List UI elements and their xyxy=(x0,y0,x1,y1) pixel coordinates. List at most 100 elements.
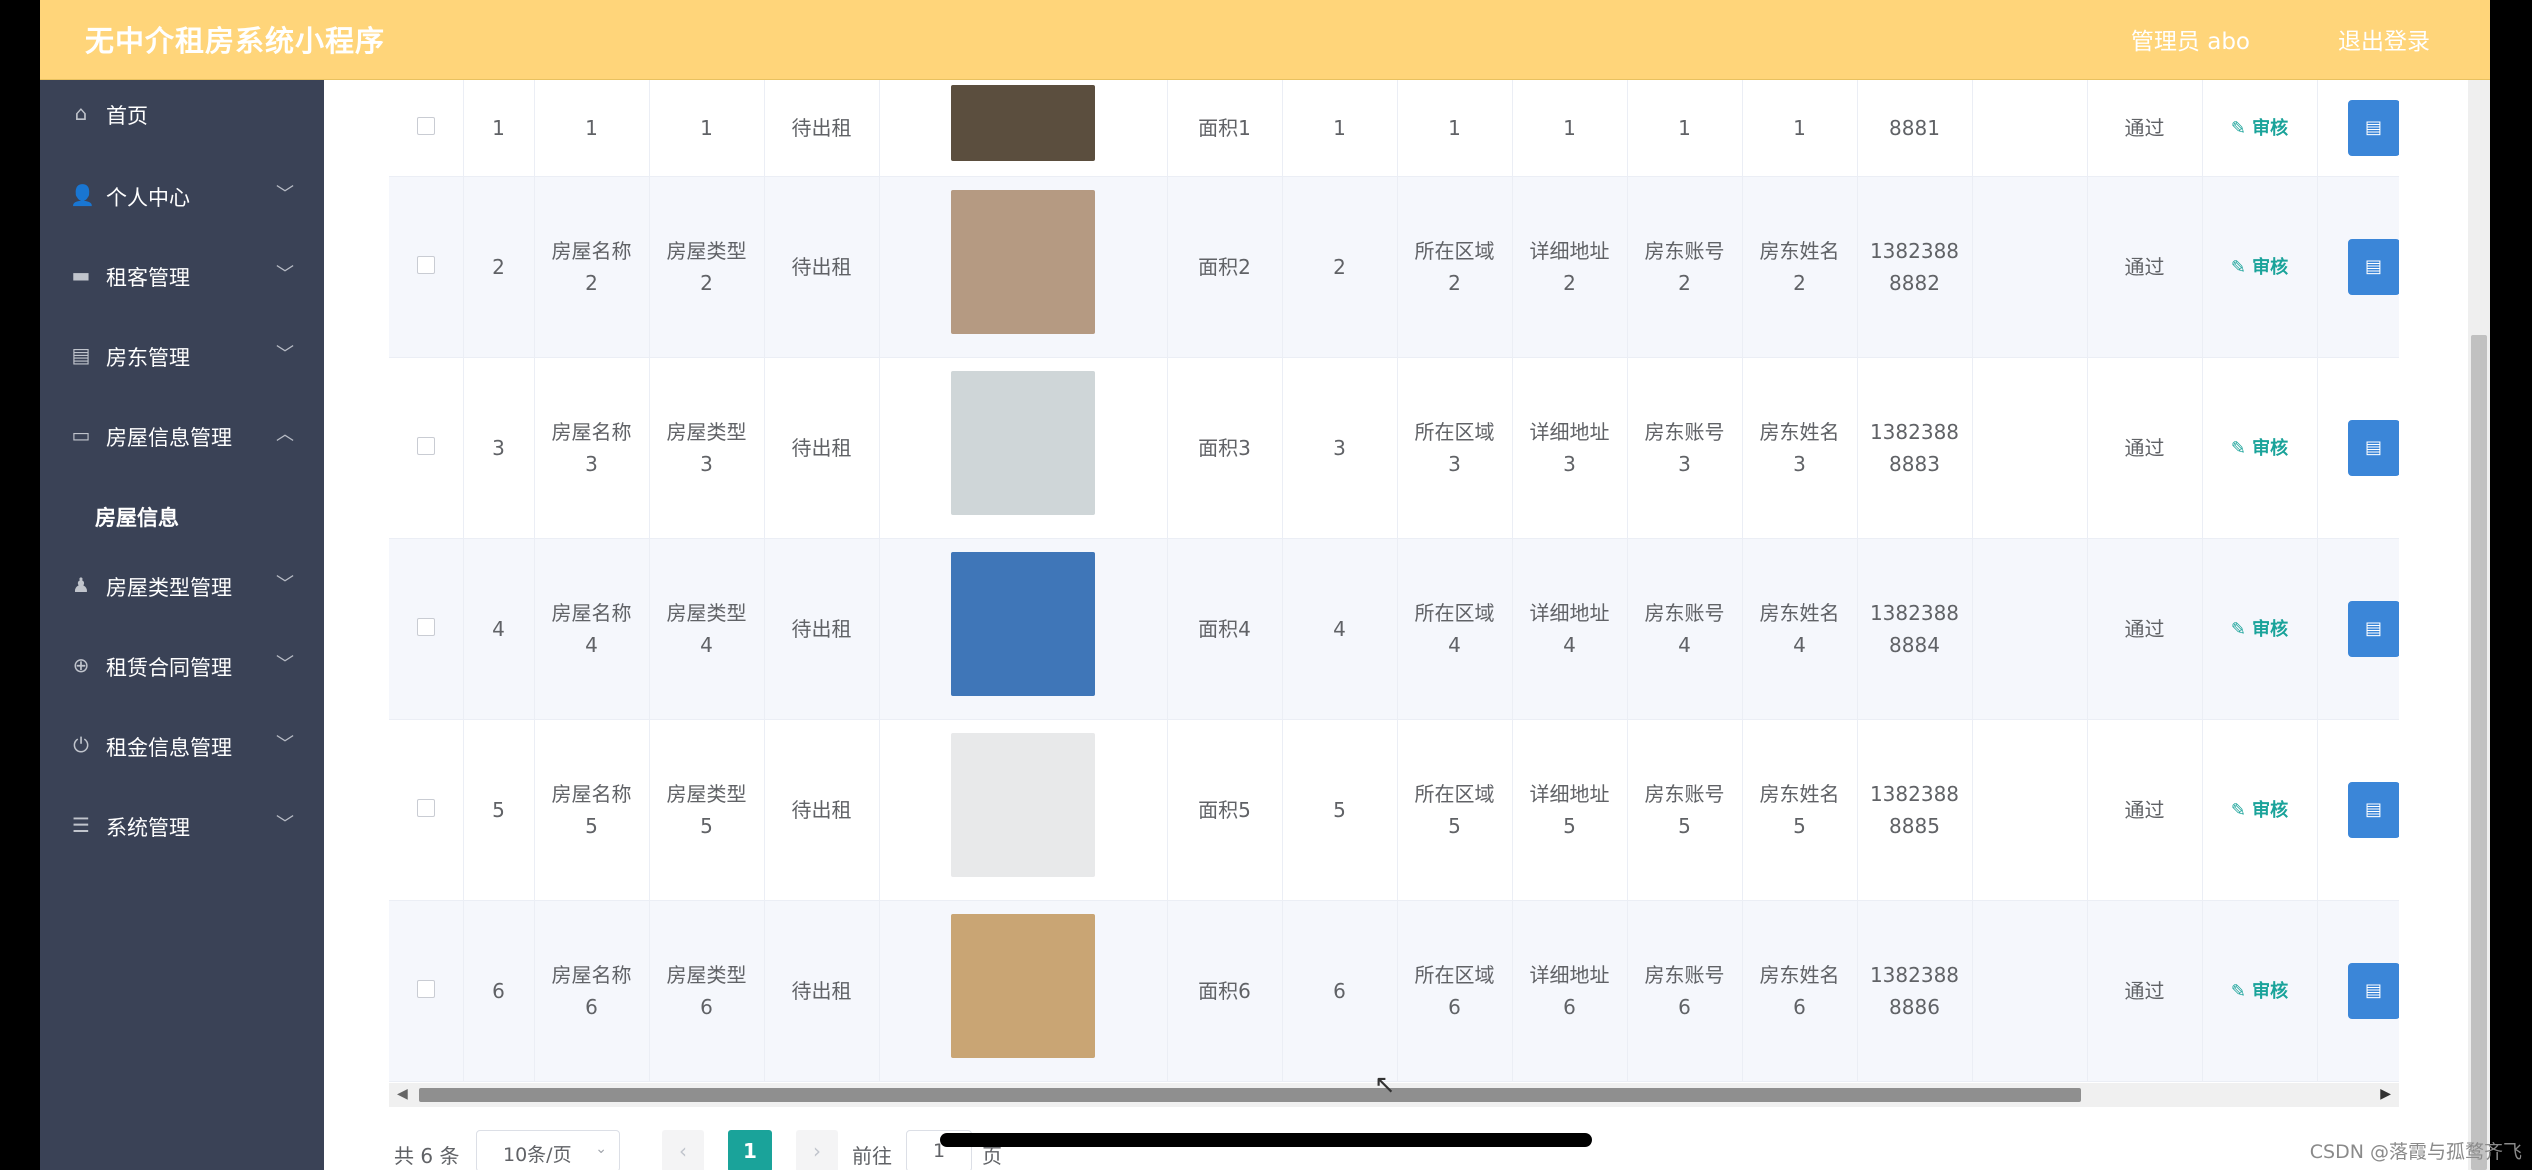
cell-area: 面积6 xyxy=(1167,900,1283,1082)
cell-index: 2 xyxy=(463,176,535,358)
sidebar-item-label: 租客管理 xyxy=(106,266,190,290)
cell-house-image xyxy=(879,80,1168,177)
cell-actions: ▤ xyxy=(2317,80,2399,177)
vertical-scrollbar-thumb[interactable] xyxy=(2471,335,2487,1170)
cell-house-name: 1 xyxy=(534,80,650,177)
audit-link[interactable]: ✎ 审核 xyxy=(2231,800,2288,821)
cell-rent-status: 待出租 xyxy=(764,80,880,177)
detail-button[interactable]: ▤ xyxy=(2347,600,2399,657)
row-checkbox[interactable] xyxy=(416,798,435,817)
main-content: 1 1 1 待出租 面积1 1 1 1 1 1 8881 通过 ✎ 审核 ▤ 2 房屋名称 2 房屋类型 2 待出… xyxy=(324,80,2490,1170)
chevron-down-icon: ﹀ xyxy=(276,574,294,595)
cell-landlord-name: 房东姓名 2 xyxy=(1742,176,1858,358)
table-row: 4 房屋名称 4 房屋类型 4 待出租 面积4 4 所在区域 4 详细地址 4 房东账号 4 房东… xyxy=(389,538,2399,720)
cell-region: 1 xyxy=(1397,80,1513,177)
detail-button[interactable]: ▤ xyxy=(2347,419,2399,476)
cell-audit: ✎ 审核 xyxy=(2202,538,2318,720)
page-size-value: 10条/页 xyxy=(503,1144,572,1166)
app-window: 无中介租房系统小程序 管理员 abo 退出登录 ⌂ 首页 👤 个人中心 ﹀ ▬ 租客管理 ﹀ ▤… xyxy=(40,0,2490,1170)
row-checkbox-cell xyxy=(389,176,464,358)
logout-link[interactable]: 退出登录 xyxy=(2338,22,2430,56)
audit-link[interactable]: ✎ 审核 xyxy=(2231,981,2288,1002)
sidebar-item-3[interactable]: ▬ 租客管理 ﹀ xyxy=(40,244,324,304)
cell-review-status: 通过 xyxy=(2087,538,2203,720)
cell-house-image xyxy=(879,176,1168,358)
sidebar-item-9[interactable]: ☰ 系统管理 ﹀ xyxy=(40,794,324,854)
monitor-icon: ▬ xyxy=(71,263,91,287)
cell-index: 5 xyxy=(463,719,535,901)
cell-phone: 8881 xyxy=(1857,80,1973,177)
cell-address: 详细地址 2 xyxy=(1512,176,1628,358)
cell-count: 3 xyxy=(1282,357,1398,539)
cell-house-name: 房屋名称 3 xyxy=(534,357,650,539)
page-size-select[interactable]: 10条/页 ⌄ xyxy=(476,1130,620,1170)
submenu-item-house-info[interactable]: 房屋信息 xyxy=(40,484,324,544)
scroll-left-icon[interactable]: ◀ xyxy=(397,1086,408,1102)
cell-house-name: 房屋名称 4 xyxy=(534,538,650,720)
cell-house-image xyxy=(879,538,1168,720)
sidebar-item-4[interactable]: ▤ 房东管理 ﹀ xyxy=(40,324,324,384)
cell-address: 1 xyxy=(1512,80,1628,177)
chevron-up-icon: ︿ xyxy=(276,424,294,445)
sidebar-item-8[interactable]: ⏻ 租金信息管理 ﹀ xyxy=(40,714,324,774)
sidebar-item-7[interactable]: ⊕ 租赁合同管理 ﹀ xyxy=(40,634,324,694)
sidebar-item-6[interactable]: ♟ 房屋类型管理 ﹀ xyxy=(40,554,324,614)
detail-button[interactable]: ▤ xyxy=(2347,781,2399,838)
audit-link[interactable]: ✎ 审核 xyxy=(2231,257,2288,278)
scrollbar-thumb[interactable] xyxy=(419,1088,2081,1102)
cell-phone: 1382388 8885 xyxy=(1857,719,1973,901)
prev-page-button[interactable]: ‹ xyxy=(662,1130,704,1170)
audit-link[interactable]: ✎ 审核 xyxy=(2231,438,2288,459)
sidebar-item-2[interactable]: 👤 个人中心 ﹀ xyxy=(40,164,324,224)
house-photo xyxy=(951,85,1095,162)
app-title: 无中介租房系统小程序 xyxy=(85,24,386,58)
row-checkbox[interactable] xyxy=(416,617,435,636)
table-row: 5 房屋名称 5 房屋类型 5 待出租 面积5 5 所在区域 5 详细地址 5 房东账号 5 房东… xyxy=(389,719,2399,901)
watermark: CSDN @落霞与孤鹜齐飞 xyxy=(2309,1141,2522,1163)
cell-landlord-name: 房东姓名 6 xyxy=(1742,900,1858,1082)
cell-count: 1 xyxy=(1282,80,1398,177)
sidebar: ⌂ 首页 👤 个人中心 ﹀ ▬ 租客管理 ﹀ ▤ 房东管理 ﹀ ▭ 房屋信息管理 ︿ ♟ 房屋类型管理 ﹀ ⊕ 租赁… xyxy=(40,80,324,1170)
sidebar-item-1[interactable]: ⌂ 首页 xyxy=(40,82,324,142)
cell-audit: ✎ 审核 xyxy=(2202,900,2318,1082)
cell-landlord-name: 1 xyxy=(1742,80,1858,177)
audit-link[interactable]: ✎ 审核 xyxy=(2231,118,2288,139)
sidebar-item-5[interactable]: ▭ 房屋信息管理 ︿ xyxy=(40,404,324,464)
cell-landlord-name: 房东姓名 3 xyxy=(1742,357,1858,539)
cell-count: 4 xyxy=(1282,538,1398,720)
detail-button[interactable]: ▤ xyxy=(2347,99,2399,156)
row-checkbox[interactable] xyxy=(416,255,435,274)
detail-button[interactable]: ▤ xyxy=(2347,962,2399,1019)
cell-index: 4 xyxy=(463,538,535,720)
cell-landlord-account: 房东账号 3 xyxy=(1627,357,1743,539)
chevron-down-icon: ﹀ xyxy=(276,654,294,675)
vertical-scrollbar[interactable] xyxy=(2468,80,2490,1170)
cell-region: 所在区域 6 xyxy=(1397,900,1513,1082)
cell-region: 所在区域 5 xyxy=(1397,719,1513,901)
detail-button[interactable]: ▤ xyxy=(2347,238,2399,295)
row-checkbox[interactable] xyxy=(416,116,435,135)
power-icon: ⏻ xyxy=(73,733,89,757)
audit-link[interactable]: ✎ 审核 xyxy=(2231,619,2288,640)
scroll-right-icon[interactable]: ▶ xyxy=(2380,1086,2391,1102)
cell-landlord-name: 房东姓名 4 xyxy=(1742,538,1858,720)
cell-review-status: 通过 xyxy=(2087,80,2203,177)
house-table-container: 1 1 1 待出租 面积1 1 1 1 1 1 8881 通过 ✎ 审核 ▤ 2 房屋名称 2 房屋类型 2 待出… xyxy=(389,80,2399,1110)
cell-phone: 1382388 8882 xyxy=(1857,176,1973,358)
cell-actions: ▤ xyxy=(2317,176,2399,358)
cell-phone: 1382388 8886 xyxy=(1857,900,1973,1082)
sidebar-item-label: 租赁合同管理 xyxy=(106,656,232,680)
row-checkbox-cell xyxy=(389,900,464,1082)
page-number-current[interactable]: 1 xyxy=(728,1130,772,1170)
cell-phone: 1382388 8884 xyxy=(1857,538,1973,720)
sidebar-item-label: 房东管理 xyxy=(106,346,190,370)
next-page-button[interactable]: › xyxy=(796,1130,838,1170)
row-checkbox[interactable] xyxy=(416,979,435,998)
house-photo xyxy=(951,190,1095,334)
cell-house-type: 房屋类型 6 xyxy=(649,900,765,1082)
cell-audit: ✎ 审核 xyxy=(2202,719,2318,901)
house-info-table: 1 1 1 待出租 面积1 1 1 1 1 1 8881 通过 ✎ 审核 ▤ 2 房屋名称 2 房屋类型 2 待出… xyxy=(389,80,2399,1082)
cell-landlord-name: 房东姓名 5 xyxy=(1742,719,1858,901)
row-checkbox[interactable] xyxy=(416,436,435,455)
audit-label: 审核 xyxy=(2252,618,2289,640)
